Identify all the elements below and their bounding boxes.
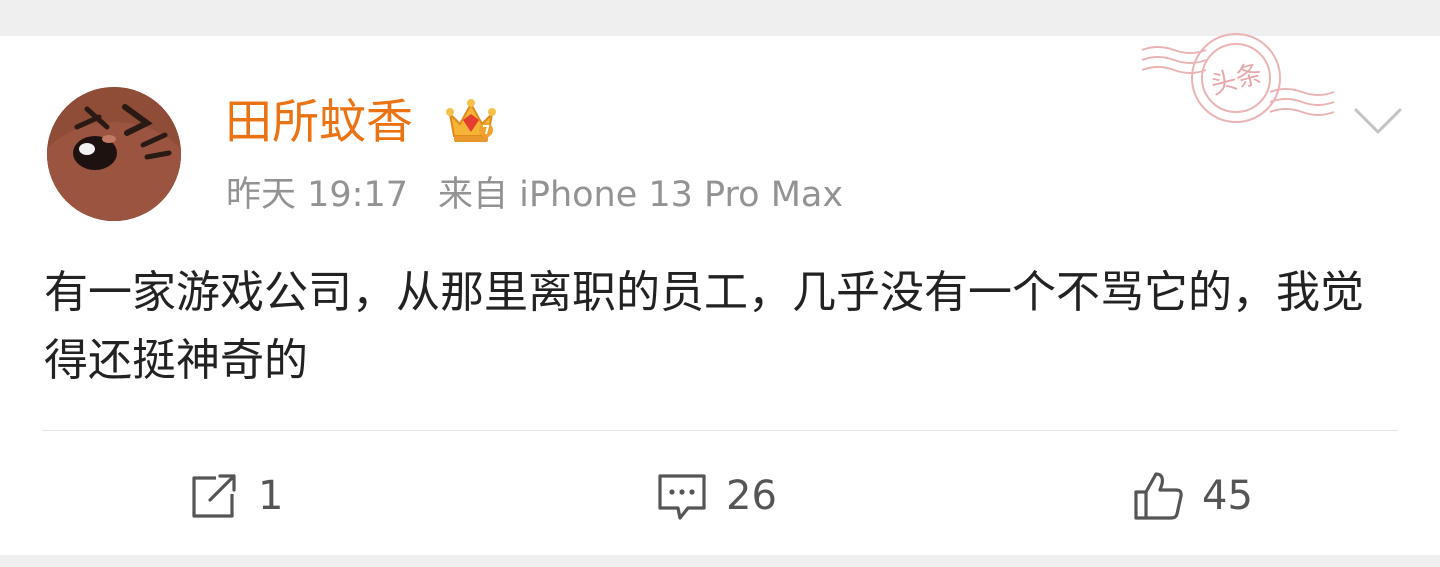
post-time: 昨天 19:17 bbox=[226, 175, 408, 215]
post-source[interactable]: 来自 iPhone 13 Pro Max bbox=[438, 175, 843, 215]
avatar-image bbox=[47, 87, 181, 221]
comment-button[interactable]: 26 bbox=[654, 466, 777, 526]
share-icon bbox=[192, 474, 236, 518]
post-content: 有一家游戏公司，从那里离职的员工，几乎没有一个不骂它的，我觉得还挺神奇的 bbox=[44, 267, 1364, 386]
thumbs-up-icon bbox=[1134, 472, 1183, 520]
repost-count: 1 bbox=[258, 473, 284, 519]
chevron-down-icon[interactable] bbox=[1350, 100, 1406, 140]
comment-count: 26 bbox=[726, 473, 777, 519]
headline-stamp: 头条 bbox=[1138, 30, 1338, 140]
username[interactable]: 田所蚊香 bbox=[225, 92, 413, 154]
like-button[interactable]: 45 bbox=[1130, 466, 1253, 526]
post-meta: 昨天 19:17 来自 iPhone 13 Pro Max bbox=[226, 170, 843, 220]
crown-icon bbox=[444, 96, 498, 146]
divider bbox=[42, 430, 1398, 431]
stamp-text: 头条 bbox=[1208, 59, 1266, 101]
like-count: 45 bbox=[1202, 473, 1253, 519]
user-avatar[interactable] bbox=[47, 87, 181, 221]
feed-gap-bottom bbox=[0, 555, 1440, 567]
repost-button[interactable]: 1 bbox=[186, 466, 283, 526]
comment-icon bbox=[658, 474, 706, 520]
